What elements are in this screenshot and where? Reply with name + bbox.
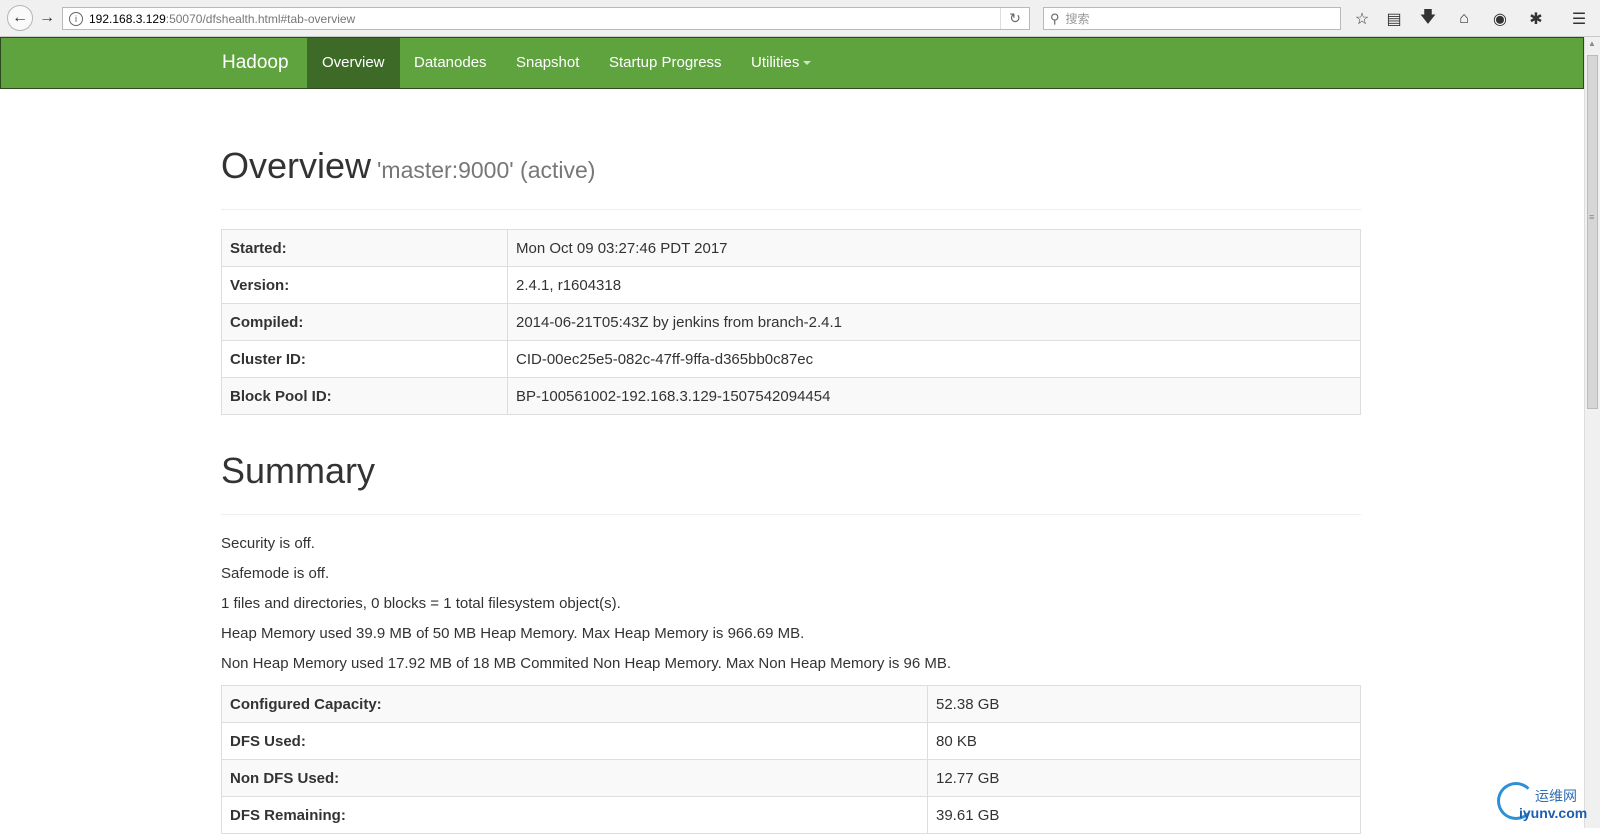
row-value: 80 KB [927, 722, 1361, 760]
summary-line: Safemode is off. [221, 565, 330, 582]
row-key: Block Pool ID: [221, 377, 508, 415]
row-key: Started: [221, 229, 508, 267]
summary-line: Non Heap Memory used 17.92 MB of 18 MB C… [221, 655, 952, 672]
row-value: 2.4.1, r1604318 [507, 266, 1361, 304]
table-row: Cluster ID: CID-00ec25e5-082c-47ff-9ffa-d… [221, 340, 1361, 378]
overview-title: Overview [221, 145, 372, 186]
caret-down-icon [803, 61, 812, 66]
clipboard-icon[interactable]: ▤ [1383, 8, 1405, 30]
info-icon[interactable]: i [69, 11, 83, 26]
star-icon[interactable]: ☆ [1351, 8, 1373, 30]
search-placeholder: 搜索 [1065, 12, 1090, 26]
vertical-scrollbar[interactable]: ▲ ≡ [1584, 37, 1600, 828]
watermark-cn: 运维网 [1535, 788, 1577, 804]
summary-heading: Summary [221, 450, 376, 491]
overview-subtitle: 'master:9000' (active) [377, 157, 596, 183]
forward-button[interactable]: → [34, 5, 60, 31]
divider [221, 514, 1361, 515]
watermark-logo: 运维网 iyunv.com [1497, 782, 1597, 828]
menu-icon[interactable]: ☰ [1568, 8, 1590, 30]
overview-heading: Overview'master:9000' (active) [221, 145, 595, 187]
table-row: Configured Capacity: 52.38 GB [221, 685, 1361, 723]
watermark-en: iyunv.com [1519, 805, 1588, 821]
row-value: CID-00ec25e5-082c-47ff-9ffa-d365bb0c87ec [507, 340, 1361, 378]
nav-utilities-label: Utilities [751, 54, 800, 71]
extension-icon[interactable]: ✱ [1525, 8, 1547, 30]
scrollbar-thumb[interactable] [1587, 55, 1598, 409]
nav-datanodes[interactable]: Datanodes [399, 38, 502, 88]
download-icon[interactable]: 🡇 [1417, 8, 1439, 30]
row-value: BP-100561002-192.168.3.129-1507542094454 [507, 377, 1361, 415]
nav-snapshot[interactable]: Snapshot [501, 38, 594, 88]
home-icon[interactable]: ⌂ [1453, 8, 1475, 30]
divider [221, 209, 1361, 210]
row-value: Mon Oct 09 03:27:46 PDT 2017 [507, 229, 1361, 267]
search-input[interactable]: ⚲ 搜索 [1043, 7, 1341, 30]
table-row: Block Pool ID: BP-100561002-192.168.3.129… [221, 377, 1361, 415]
brand-link[interactable]: Hadoop [222, 38, 289, 88]
row-value: 2014-06-21T05:43Z by jenkins from branch… [507, 303, 1361, 341]
row-key: Configured Capacity: [221, 685, 928, 723]
main-navbar: Hadoop Overview Datanodes Snapshot Start… [0, 37, 1584, 89]
address-bar[interactable]: i 192.168.3.129:50070/dfshealth.html#tab… [62, 7, 1030, 30]
arrow-right-icon: → [39, 9, 55, 26]
table-row: Started: Mon Oct 09 03:27:46 PDT 2017 [221, 229, 1361, 267]
row-key: Compiled: [221, 303, 508, 341]
scroll-up-icon[interactable]: ▲ [1588, 39, 1596, 48]
nav-utilities[interactable]: Utilities [736, 38, 826, 88]
summary-line: 1 files and directories, 0 blocks = 1 to… [221, 595, 621, 612]
browser-toolbar: ← → i 192.168.3.129:50070/dfshealth.html… [0, 0, 1600, 37]
row-key: Cluster ID: [221, 340, 508, 378]
table-row: Version: 2.4.1, r1604318 [221, 266, 1361, 304]
nav-startup-progress[interactable]: Startup Progress [594, 38, 737, 88]
summary-line: Security is off. [221, 535, 315, 552]
row-key: Non DFS Used: [221, 759, 928, 797]
summary-line: Heap Memory used 39.9 MB of 50 MB Heap M… [221, 625, 805, 642]
summary-table: Configured Capacity: 52.38 GB DFS Used: 80… [221, 685, 1361, 834]
overview-table: Started: Mon Oct 09 03:27:46 PDT 2017 Ver… [221, 229, 1361, 415]
arrow-left-icon: ← [12, 9, 28, 26]
row-key: DFS Used: [221, 722, 928, 760]
url-host: 192.168.3.129 [89, 11, 166, 26]
pocket-icon[interactable]: ◉ [1489, 8, 1511, 30]
reload-icon[interactable]: ↻ [1000, 8, 1029, 29]
url-path: :50070/dfshealth.html#tab-overview [165, 11, 356, 26]
table-row: Non DFS Used: 12.77 GB [221, 759, 1361, 797]
table-row: DFS Used: 80 KB [221, 722, 1361, 760]
row-value: 52.38 GB [927, 685, 1361, 723]
row-value: 12.77 GB [927, 759, 1361, 797]
grip-icon: ≡ [1589, 212, 1595, 222]
nav-overview[interactable]: Overview [307, 38, 400, 88]
table-row: Compiled: 2014-06-21T05:43Z by jenkins fr… [221, 303, 1361, 341]
back-button[interactable]: ← [7, 5, 33, 31]
search-icon: ⚲ [1050, 10, 1060, 26]
row-key: Version: [221, 266, 508, 304]
